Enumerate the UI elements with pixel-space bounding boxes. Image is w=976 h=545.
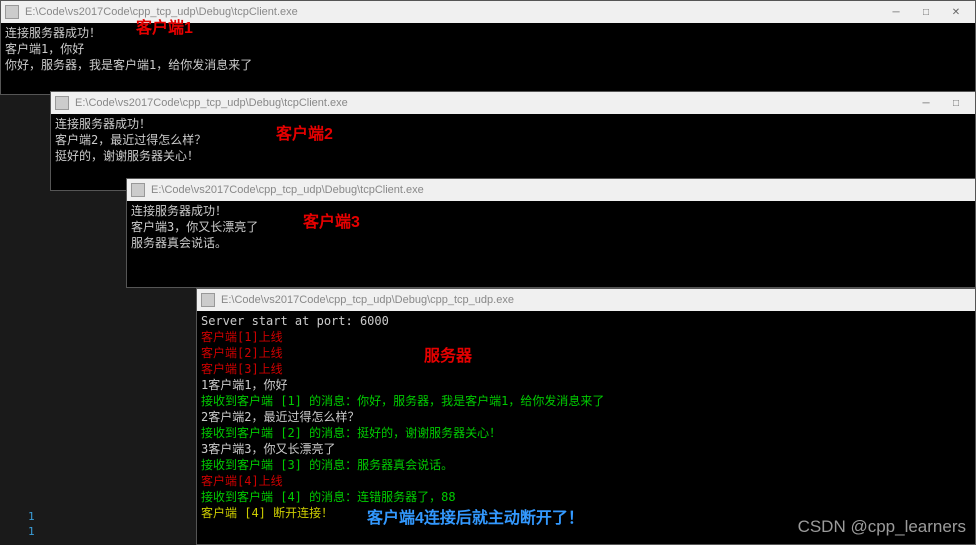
console-line: 客户端[4]上线 [201, 473, 971, 489]
titlebar[interactable]: E:\Code\vs2017Code\cpp_tcp_udp\Debug\tcp… [51, 92, 975, 114]
window-title: E:\Code\vs2017Code\cpp_tcp_udp\Debug\tcp… [25, 6, 881, 18]
console-content: 连接服务器成功！ 客户端1，你好 你好，服务器，我是客户端1，给你发消息来了 客… [1, 23, 975, 94]
app-icon [201, 293, 215, 307]
client2-window: E:\Code\vs2017Code\cpp_tcp_udp\Debug\tcp… [50, 91, 976, 191]
annotation-client3: 客户端3 [303, 215, 360, 231]
maximize-button[interactable]: □ [941, 93, 971, 113]
minimize-button[interactable]: ─ [881, 2, 911, 22]
titlebar[interactable]: E:\Code\vs2017Code\cpp_tcp_udp\Debug\tcp… [127, 179, 975, 201]
watermark: CSDN @cpp_learners [798, 517, 966, 537]
console-line: 客户端1，你好 [5, 41, 971, 57]
console-line: 2客户端2，最近过得怎么样？ [201, 409, 971, 425]
window-title: E:\Code\vs2017Code\cpp_tcp_udp\Debug\tcp… [151, 184, 971, 196]
minimize-button[interactable]: ─ [911, 93, 941, 113]
server-window: E:\Code\vs2017Code\cpp_tcp_udp\Debug\cpp… [196, 288, 976, 545]
editor-linenum: 1 [28, 525, 35, 538]
client3-window: E:\Code\vs2017Code\cpp_tcp_udp\Debug\tcp… [126, 178, 976, 288]
console-line: Server start at port: 6000 [201, 313, 971, 329]
window-title: E:\Code\vs2017Code\cpp_tcp_udp\Debug\cpp… [221, 294, 971, 306]
console-line: 连接服务器成功！ [131, 203, 971, 219]
console-line: 接收到客户端 [4] 的消息：连错服务器了，88 [201, 489, 971, 505]
window-title: E:\Code\vs2017Code\cpp_tcp_udp\Debug\tcp… [75, 97, 911, 109]
console-content: 服务器 客户端4连接后就主动断开了！ Server start at port:… [197, 311, 975, 544]
app-icon [5, 5, 19, 19]
console-line: 接收到客户端 [2] 的消息：挺好的，谢谢服务器关心！ [201, 425, 971, 441]
console-line: 客户端[1]上线 [201, 329, 971, 345]
console-line: 服务器真会说话。 [131, 235, 971, 251]
console-content: 连接服务器成功！ 客户端3，你又长漂亮了 服务器真会说话。 客户端3 [127, 201, 975, 287]
editor-linenum: 1 [28, 510, 35, 523]
console-line: 接收到客户端 [1] 的消息：你好，服务器，我是客户端1，给你发消息来了 [201, 393, 971, 409]
console-line: 连接服务器成功！ [55, 116, 971, 132]
maximize-button[interactable]: □ [911, 2, 941, 22]
console-line: 1客户端1，你好 [201, 377, 971, 393]
app-icon [131, 183, 145, 197]
close-button[interactable]: ✕ [941, 2, 971, 22]
app-icon [55, 96, 69, 110]
console-line: 客户端[2]上线 [201, 345, 971, 361]
annotation-client2: 客户端2 [276, 127, 333, 143]
console-line: 接收到客户端 [3] 的消息：服务器真会说话。 [201, 457, 971, 473]
console-line: 你好，服务器，我是客户端1，给你发消息来了 [5, 57, 971, 73]
annotation-client1: 客户端1 [136, 21, 193, 37]
console-line: 客户端3，你又长漂亮了 [131, 219, 971, 235]
console-line: 客户端[3]上线 [201, 361, 971, 377]
client1-window: E:\Code\vs2017Code\cpp_tcp_udp\Debug\tcp… [0, 0, 976, 95]
annotation-client4: 客户端4连接后就主动断开了！ [367, 511, 584, 527]
annotation-server: 服务器 [424, 349, 472, 365]
console-line: 客户端2，最近过得怎么样？ [55, 132, 971, 148]
titlebar[interactable]: E:\Code\vs2017Code\cpp_tcp_udp\Debug\cpp… [197, 289, 975, 311]
console-line: 挺好的，谢谢服务器关心！ [55, 148, 971, 164]
console-line: 3客户端3，你又长漂亮了 [201, 441, 971, 457]
